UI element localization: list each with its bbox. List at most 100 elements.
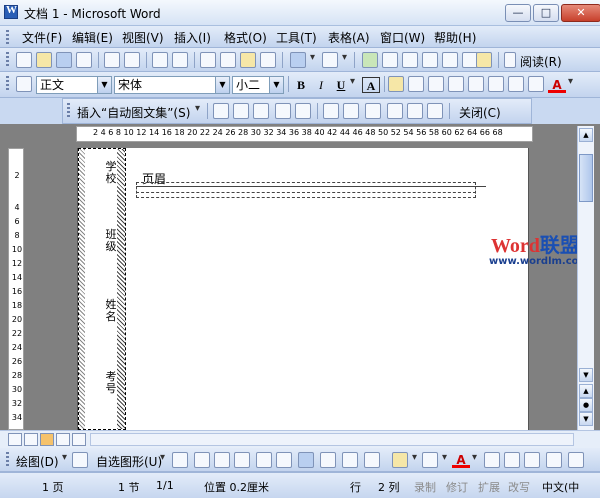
bold-button[interactable]: B <box>292 77 310 93</box>
print-preview-icon[interactable] <box>124 52 140 68</box>
styles-pane-icon[interactable] <box>16 76 32 92</box>
undo-dropdown-icon[interactable]: ▾ <box>310 52 315 63</box>
chevron-down-icon[interactable]: ▼ <box>97 77 111 93</box>
autotext-dropdown-icon[interactable]: ▾ <box>195 103 200 114</box>
document-page[interactable]: 学校 班级 姓名 考号 页眉 <box>77 148 529 430</box>
menu-format[interactable]: 格式(O) <box>224 29 267 46</box>
paste-icon[interactable] <box>240 52 256 68</box>
dash-style-icon[interactable] <box>504 452 520 468</box>
vertical-text-box-icon[interactable] <box>276 452 292 468</box>
line-style-icon[interactable] <box>484 452 500 468</box>
close-button[interactable]: ✕ <box>561 4 600 22</box>
switch-header-footer-icon[interactable] <box>387 103 403 119</box>
insert-page-number-icon[interactable] <box>213 103 229 119</box>
bullets-icon[interactable] <box>508 76 524 92</box>
menu-view[interactable]: 视图(V) <box>122 29 164 46</box>
insert-autotext-button[interactable]: 插入“自动图文集”(S) <box>77 104 190 121</box>
previous-page-icon[interactable]: ▲ <box>579 384 593 398</box>
insert-date-icon[interactable] <box>275 103 291 119</box>
autoshapes-dropdown-icon[interactable]: ▾ <box>160 452 165 463</box>
toolbar-grip[interactable] <box>6 52 9 66</box>
draw-font-color-button[interactable]: A <box>452 452 470 468</box>
show-previous-icon[interactable] <box>407 103 423 119</box>
format-page-number-icon[interactable] <box>253 103 269 119</box>
web-layout-view-icon[interactable] <box>24 433 38 446</box>
insert-excel-icon[interactable] <box>422 52 438 68</box>
outline-view-icon[interactable] <box>56 433 70 446</box>
menu-insert[interactable]: 插入(I) <box>174 29 211 46</box>
fill-color-dropdown-icon[interactable]: ▾ <box>412 452 417 463</box>
status-record[interactable]: 录制 <box>414 479 436 495</box>
font-color-button[interactable]: A <box>548 77 566 93</box>
clip-art-icon[interactable] <box>342 452 358 468</box>
diagram-icon[interactable] <box>320 452 336 468</box>
redo-icon[interactable] <box>322 52 338 68</box>
horizontal-ruler[interactable]: 2 4 6 8 10 12 14 16 18 20 22 24 26 28 30… <box>76 126 533 142</box>
fill-color-icon[interactable] <box>392 452 408 468</box>
columns-icon[interactable] <box>442 52 458 68</box>
print-icon[interactable] <box>104 52 120 68</box>
read-mode-button[interactable]: 阅读(R) <box>520 53 562 70</box>
vertical-scrollbar[interactable]: ▲ ▼ ▲ ● ▼ <box>577 126 594 430</box>
read-mode-icon[interactable] <box>504 52 516 68</box>
research-icon[interactable] <box>172 52 188 68</box>
line-icon[interactable] <box>172 452 188 468</box>
show-hide-text-icon[interactable] <box>343 103 359 119</box>
show-next-icon[interactable] <box>427 103 443 119</box>
align-right-icon[interactable] <box>428 76 444 92</box>
align-center-icon[interactable] <box>408 76 424 92</box>
tables-borders-icon[interactable] <box>382 52 398 68</box>
normal-view-icon[interactable] <box>8 433 22 446</box>
document-map-icon[interactable] <box>476 52 492 68</box>
scroll-up-icon[interactable]: ▲ <box>579 128 593 142</box>
wordart-icon[interactable] <box>298 452 314 468</box>
draw-menu-button[interactable]: 绘图(D) <box>16 453 59 470</box>
select-browse-object-icon[interactable]: ● <box>579 398 593 412</box>
menu-edit[interactable]: 编辑(E) <box>72 29 113 46</box>
minimize-button[interactable]: — <box>505 4 531 22</box>
indent-icon[interactable] <box>528 76 544 92</box>
save-icon[interactable] <box>56 52 72 68</box>
underline-dropdown-icon[interactable]: ▾ <box>350 76 355 87</box>
scroll-down-icon[interactable]: ▼ <box>579 368 593 382</box>
oval-icon[interactable] <box>234 452 250 468</box>
3d-style-icon[interactable] <box>568 452 584 468</box>
rectangle-icon[interactable] <box>214 452 230 468</box>
vertical-ruler[interactable]: 2 4 6 8 10 12 14 16 18 20 22 24 26 28 30… <box>8 148 24 430</box>
maximize-button[interactable]: □ <box>533 4 559 22</box>
italic-button[interactable]: I <box>312 77 330 93</box>
style-select[interactable]: 正文 ▼ <box>36 76 112 94</box>
page-setup-icon[interactable] <box>323 103 339 119</box>
chevron-down-icon[interactable]: ▼ <box>215 77 229 93</box>
toolbar-grip[interactable] <box>6 76 9 90</box>
reading-view-icon[interactable] <box>72 433 86 446</box>
draw-dropdown-icon[interactable]: ▾ <box>62 452 67 463</box>
font-select[interactable]: 宋体 ▼ <box>114 76 230 94</box>
new-document-icon[interactable] <box>16 52 32 68</box>
next-page-icon[interactable]: ▼ <box>579 412 593 426</box>
status-overtype[interactable]: 改写 <box>508 479 530 495</box>
spelling-icon[interactable] <box>152 52 168 68</box>
menu-file[interactable]: 文件(F) <box>22 29 62 46</box>
header-area[interactable] <box>136 182 476 198</box>
toolbar-grip[interactable] <box>67 103 70 117</box>
align-justify-icon[interactable] <box>388 76 404 92</box>
text-box-icon[interactable] <box>256 452 272 468</box>
character-border-button[interactable]: A <box>362 77 380 93</box>
menu-window[interactable]: 窗口(W) <box>380 29 425 46</box>
menu-help[interactable]: 帮助(H) <box>434 29 476 46</box>
font-size-select[interactable]: 小二 ▼ <box>232 76 284 94</box>
shadow-style-icon[interactable] <box>546 452 562 468</box>
status-track-changes[interactable]: 修订 <box>446 479 468 495</box>
insert-picture-icon[interactable] <box>364 452 380 468</box>
insert-table-icon[interactable] <box>402 52 418 68</box>
binding-line-strip[interactable]: 学校 班级 姓名 考号 <box>78 148 126 430</box>
cut-icon[interactable] <box>200 52 216 68</box>
select-objects-icon[interactable] <box>72 452 88 468</box>
hyperlink-icon[interactable] <box>362 52 378 68</box>
menu-table[interactable]: 表格(A) <box>328 29 370 46</box>
undo-icon[interactable] <box>290 52 306 68</box>
line-spacing-icon[interactable] <box>468 76 484 92</box>
arrow-icon[interactable] <box>194 452 210 468</box>
menubar-grip[interactable] <box>6 30 9 44</box>
